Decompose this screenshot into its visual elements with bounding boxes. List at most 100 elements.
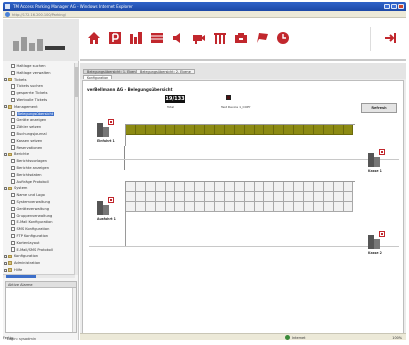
parking-space[interactable]: [313, 125, 324, 135]
test-device-indicator[interactable]: [226, 95, 231, 100]
tree-folder[interactable]: + Konfiguration: [4, 253, 38, 259]
parking-space[interactable]: [135, 125, 146, 135]
tree-item[interactable]: gesperrte Tickets: [11, 90, 48, 96]
parking-space[interactable]: [234, 201, 245, 212]
parking-space[interactable]: [313, 191, 324, 202]
parking-space[interactable]: [145, 125, 156, 135]
parking-space[interactable]: [224, 201, 235, 212]
tree-item[interactable]: E-Mail/SMS Protokoll: [11, 247, 53, 253]
address-url[interactable]: http://172.16.200.100/Parking/: [12, 13, 66, 17]
parking-space[interactable]: [323, 191, 334, 202]
alarm-scrollbar[interactable]: [72, 288, 76, 332]
tree-item[interactable]: Haltlage suchen: [11, 63, 46, 69]
parking-space[interactable]: [343, 201, 354, 212]
refresh-button[interactable]: Refresh: [361, 103, 397, 113]
parking-space[interactable]: [304, 201, 314, 212]
parking-space[interactable]: [304, 125, 314, 135]
parking-space[interactable]: [195, 201, 206, 212]
tree-folder[interactable]: + Administration: [4, 260, 40, 266]
parking-space[interactable]: [165, 125, 176, 135]
tree-folder[interactable]: − Berichte: [4, 151, 29, 157]
collapse-icon[interactable]: −: [4, 78, 8, 82]
exit-device[interactable]: [97, 197, 115, 215]
tree-item[interactable]: Wertvolle Tickets: [11, 97, 47, 103]
parking-space[interactable]: [343, 182, 354, 192]
parking-space[interactable]: [135, 182, 146, 192]
parking-space[interactable]: [155, 125, 166, 135]
tab-level-1[interactable]: Belegungsübersicht: 1. Ebene: [83, 69, 142, 74]
tree-item[interactable]: Aufträge Protokoll: [11, 179, 49, 185]
parking-space[interactable]: [215, 201, 225, 212]
parking-space[interactable]: [234, 191, 245, 202]
expand-icon[interactable]: +: [4, 261, 8, 265]
parking-space[interactable]: [294, 191, 305, 202]
parking-space[interactable]: [135, 191, 146, 202]
tree-folder[interactable]: + Hilfe: [4, 267, 22, 273]
parking-space[interactable]: [264, 201, 275, 212]
parking-space[interactable]: [274, 191, 285, 202]
expand-icon[interactable]: +: [4, 254, 8, 258]
parking-space[interactable]: [195, 182, 206, 192]
parking-space[interactable]: [215, 182, 225, 192]
parking-space[interactable]: [304, 191, 314, 202]
tree-item[interactable]: Reservationen: [11, 145, 42, 151]
parking-space[interactable]: [333, 125, 344, 135]
parking-space[interactable]: [165, 191, 176, 202]
parking-space[interactable]: [175, 191, 186, 202]
parking-space[interactable]: [284, 201, 295, 212]
tree-vertical-scrollbar[interactable]: [74, 63, 78, 275]
close-button[interactable]: [398, 4, 404, 9]
tree-horizontal-scrollbar[interactable]: [3, 274, 75, 278]
cashier-1-device[interactable]: [368, 149, 386, 167]
parking-space[interactable]: [126, 182, 136, 192]
parking-space[interactable]: [244, 182, 255, 192]
parking-space[interactable]: [294, 125, 305, 135]
parking-space[interactable]: [244, 201, 255, 212]
parking-space[interactable]: [205, 182, 216, 192]
parking-space[interactable]: [234, 182, 245, 192]
scrollbar-thumb[interactable]: [6, 275, 36, 278]
parking-space[interactable]: [205, 191, 216, 202]
parking-space[interactable]: [126, 125, 136, 135]
address-bar[interactable]: http://172.16.200.100/Parking/: [3, 11, 406, 18]
parking-space[interactable]: [195, 125, 206, 135]
parking-space[interactable]: [343, 125, 354, 135]
parking-space[interactable]: [145, 201, 156, 212]
parking-space[interactable]: [205, 125, 216, 135]
maximize-button[interactable]: [391, 4, 397, 9]
cash-icon[interactable]: [233, 30, 249, 46]
parking-space[interactable]: [185, 191, 196, 202]
parking-space[interactable]: [254, 201, 265, 212]
parking-space[interactable]: [224, 191, 235, 202]
scrollbar-thumb[interactable]: [75, 67, 78, 97]
parking-space[interactable]: [165, 182, 176, 192]
parking-space[interactable]: [264, 182, 275, 192]
parking-space[interactable]: [313, 182, 324, 192]
parking-space[interactable]: [234, 125, 245, 135]
tree-item[interactable]: SMS Konfiguration: [11, 226, 49, 232]
parking-space[interactable]: [294, 201, 305, 212]
flag-icon[interactable]: [254, 30, 270, 46]
tree-item[interactable]: Belegungsübersicht: [11, 111, 55, 117]
tree-item[interactable]: Geräteverwaltung: [11, 206, 49, 212]
speaker-icon[interactable]: [170, 30, 186, 46]
parking-icon[interactable]: [107, 30, 123, 46]
parking-space[interactable]: [244, 125, 255, 135]
parking-space[interactable]: [155, 191, 166, 202]
tree-item[interactable]: Haltlage verwalten: [11, 70, 51, 76]
tree-item[interactable]: Systemverwaltung: [11, 199, 50, 205]
minimize-button[interactable]: [384, 4, 390, 9]
subtab-configuration[interactable]: Konfiguration: [83, 75, 113, 80]
parking-space[interactable]: [215, 191, 225, 202]
tree-folder[interactable]: − Management: [4, 104, 38, 110]
tree-folder[interactable]: − System: [4, 185, 27, 191]
parking-space[interactable]: [126, 191, 136, 202]
parking-space[interactable]: [304, 182, 314, 192]
parking-space[interactable]: [333, 182, 344, 192]
parking-space[interactable]: [333, 191, 344, 202]
parking-space[interactable]: [264, 191, 275, 202]
parking-space[interactable]: [185, 201, 196, 212]
parking-space[interactable]: [284, 125, 295, 135]
expand-icon[interactable]: +: [4, 268, 8, 272]
parking-space[interactable]: [254, 125, 265, 135]
